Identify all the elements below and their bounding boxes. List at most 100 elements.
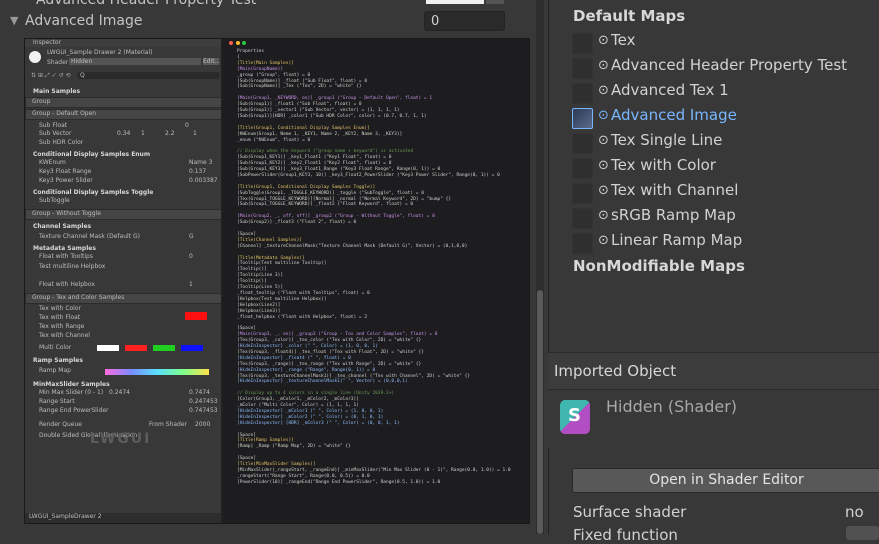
object-picker-icon[interactable]: ⊙ [598, 183, 609, 198]
map-label: sRGB Ramp Map [611, 206, 736, 224]
object-picker-icon[interactable]: ⊙ [598, 58, 609, 73]
inspector-row[interactable]: Test multiline Helpbox [25, 263, 221, 270]
object-picker-icon[interactable]: ⊙ [598, 208, 609, 223]
texture-slot[interactable] [572, 183, 593, 204]
map-item[interactable]: ⊙ Tex with Color [549, 155, 879, 180]
code-line: [Title(Metadata Samples)] [237, 255, 305, 261]
open-in-shader-editor-button[interactable]: Open in Shader Editor [572, 468, 879, 493]
inspector-value[interactable]: 0.7474 [189, 389, 210, 396]
inspector-row[interactable]: Conditional Display Samples Enum [25, 151, 221, 158]
map-item[interactable]: ⊙ sRGB Ramp Map [549, 205, 879, 230]
texture-slot[interactable] [572, 233, 593, 254]
texture-slot[interactable] [572, 58, 593, 79]
inspector-row[interactable]: Ramp Samples [25, 357, 221, 364]
inspector-row[interactable]: Tex with Color [25, 305, 221, 312]
expand-triangle-icon[interactable]: ▼ [10, 14, 18, 27]
inspector-value[interactable]: 0 [185, 122, 189, 129]
inspector-value[interactable]: 2.2 [165, 130, 175, 137]
inspector-row[interactable]: Conditional Display Samples Toggle [25, 189, 221, 196]
code-line: [HideInInspector] _range ("Range", Range… [237, 367, 376, 373]
code-line: [Sub(Group1)][HDR] _color1 ("Sub HDR Col… [237, 113, 427, 119]
code-line: [Helpbox(Line2)] [237, 302, 281, 308]
object-picker-icon[interactable]: ⊙ [598, 33, 609, 48]
map-item[interactable]: ⊙ Advanced Header Property Test [549, 55, 879, 80]
map-item[interactable]: ⊙ Linear Ramp Map [549, 230, 879, 255]
color-swatch[interactable] [153, 345, 175, 351]
inspector-row[interactable]: Main Samples [25, 88, 221, 95]
map-item[interactable]: ⊙ Advanced Tex 1 [549, 80, 879, 105]
tex-color-swatch[interactable] [185, 312, 207, 320]
inspector-row[interactable]: Group - Default Open [25, 109, 221, 120]
material-header: LWGUI_Sample Drawer 2 (Material) Shader … [25, 48, 221, 68]
inspector-value[interactable]: 0.2474 [109, 389, 130, 396]
inspector-search[interactable]: Q [77, 72, 220, 79]
inspector-value[interactable]: 0.003387 [189, 177, 218, 184]
inspector-row[interactable]: Render Queue [25, 421, 221, 428]
inspector-row[interactable]: Group - Tex and Color Samples [25, 293, 221, 304]
code-line: [Main(Group2, _, off, off)] _group2 ("Gr… [237, 214, 435, 220]
texture-slot[interactable] [572, 108, 593, 129]
map-label: Advanced Header Property Test [611, 56, 848, 74]
code-line: [MinMaxSlider(_rangeStart, _rangeEnd)] _… [237, 467, 511, 473]
inspector-row[interactable]: MinMaxSlider Samples [25, 381, 221, 388]
inspector-row[interactable]: Group [25, 97, 221, 108]
inspector-value[interactable]: 0.247453 [189, 398, 218, 405]
shader-dropdown[interactable]: Hidden [69, 58, 201, 65]
color-swatch[interactable] [97, 345, 119, 351]
advanced-image-value-field[interactable]: 0 [424, 11, 505, 31]
code-line: // Display when the keyword ("group name… [237, 149, 414, 155]
inspector-footer: LWGUI_SampleDrawer 2 [25, 513, 221, 523]
texture-slot[interactable] [572, 83, 593, 104]
texture-slot[interactable] [572, 158, 593, 179]
inspector-value[interactable]: From Shader [149, 421, 187, 428]
texture-slot[interactable] [572, 33, 593, 54]
map-item[interactable]: ⊙ Tex Single Line [549, 130, 879, 155]
inspector-row[interactable]: Channel Samples [25, 223, 221, 230]
object-picker-icon[interactable]: ⊙ [598, 133, 609, 148]
inspector-value[interactable]: 1 [189, 281, 193, 288]
ramp-gradient[interactable] [105, 369, 209, 375]
inspector-value[interactable]: 0.34 [117, 130, 130, 137]
imported-object-title: Imported Object [554, 362, 677, 380]
code-line: _mColor ("Multi Color", Color) = (1, 1, … [237, 403, 359, 408]
color-swatch[interactable] [125, 345, 147, 351]
inspector-value[interactable]: 0 [189, 253, 193, 260]
color-swatch[interactable] [181, 345, 203, 351]
code-line: [Sub(Group2)] _float3 ("Float 2", float)… [237, 220, 357, 226]
scrollbar-thumb[interactable] [537, 290, 543, 534]
map-item[interactable]: ⊙ Tex with Channel [549, 180, 879, 205]
inspector-row[interactable]: Tex with Channel [25, 332, 221, 339]
object-picker-icon[interactable]: ⊙ [598, 83, 609, 98]
map-label: Tex with Color [611, 156, 716, 174]
inspector-row[interactable]: Sub HDR Color [25, 139, 221, 146]
texture-slot[interactable] [572, 133, 593, 154]
code-line: Properties [237, 49, 265, 54]
texture-picker-button[interactable] [486, 0, 504, 4]
default-maps-heading: Default Maps [573, 7, 686, 25]
map-item[interactable]: ⊙ Advanced Image [549, 105, 879, 130]
inspector-value[interactable]: Name 3 [189, 159, 212, 166]
object-picker-icon[interactable]: ⊙ [598, 158, 609, 173]
object-picker-icon[interactable]: ⊙ [598, 108, 609, 123]
code-line: [Sub(Group1)] _float1 ("Sub Float", floa… [237, 102, 362, 108]
fixed-function-dropdown[interactable] [846, 526, 879, 540]
inspector-value[interactable]: 0.137 [189, 168, 206, 175]
code-line: [PowerSlider(10)] _rangeEnd("Range End P… [237, 479, 441, 485]
code-line: [Sub(GroupName)] _Tex ("Tex", 2D) = "whi… [237, 84, 362, 90]
inspector-value[interactable]: 0.747453 [189, 407, 218, 414]
texture-slot[interactable] [572, 208, 593, 229]
inspector-row[interactable]: Group - Without Toggle [25, 209, 221, 220]
inspector-row[interactable]: Sub Float [25, 122, 221, 129]
inspector-row[interactable]: Metadata Samples [25, 245, 221, 252]
object-picker-icon[interactable]: ⊙ [598, 233, 609, 248]
inspector-value[interactable]: 1 [193, 130, 197, 137]
edit-button[interactable]: Edit... [203, 58, 220, 65]
inspector-row[interactable]: Tex with Range [25, 323, 221, 330]
inspector-value[interactable]: 1 [141, 130, 145, 137]
imported-object-header: Imported Object [548, 352, 879, 389]
map-item[interactable]: ⊙ Tex [549, 30, 879, 55]
texture-field[interactable] [426, 0, 484, 4]
inspector-value[interactable]: G [189, 233, 194, 240]
inspector-row[interactable]: SubToggle [25, 197, 221, 204]
inspector-value[interactable]: 2000 [195, 421, 210, 428]
